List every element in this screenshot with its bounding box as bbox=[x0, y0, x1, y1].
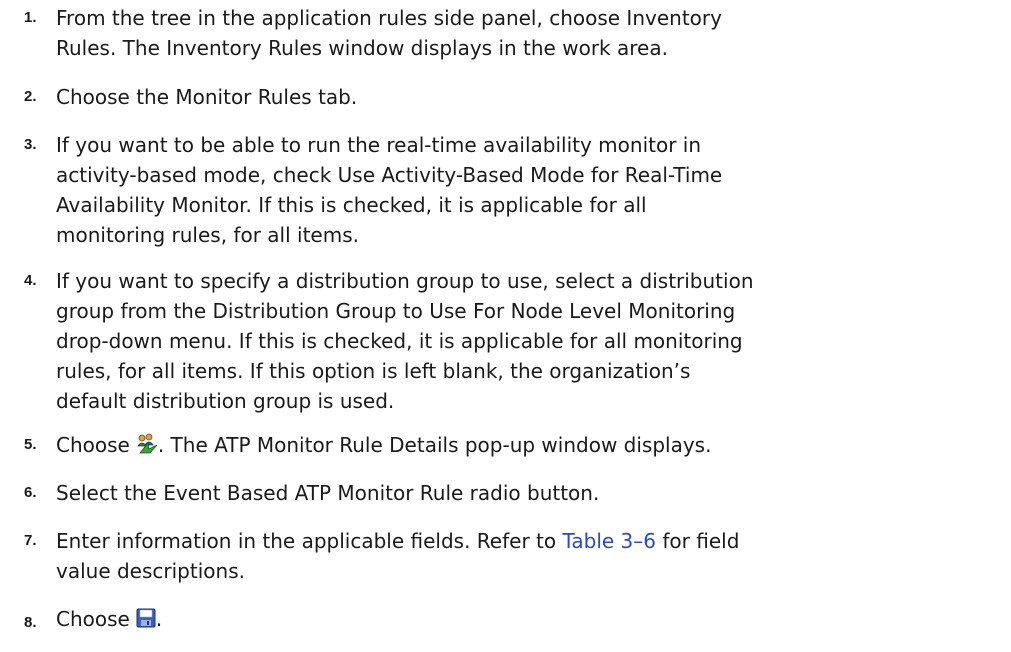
step-text-suffix: . The ATP Monitor Rule Details pop-up wi… bbox=[157, 433, 712, 457]
table-reference-link[interactable]: Table 3–6 bbox=[562, 529, 656, 553]
step-text: Enter information in the applicable fiel… bbox=[56, 526, 1006, 586]
step-text: Select the Event Based ATP Monitor Rule … bbox=[56, 478, 1006, 508]
step-text-line: monitoring rules, for all items. bbox=[56, 223, 359, 247]
step-number: 3. bbox=[24, 136, 37, 153]
step-text-line: activity-based mode, check Use Activity-… bbox=[56, 163, 723, 187]
step-text-line: drop-down menu. If this is checked, it i… bbox=[56, 329, 743, 353]
step-text-line: Availability Monitor. If this is checked… bbox=[56, 193, 647, 217]
step-text-prefix: Choose bbox=[56, 607, 130, 631]
step-text-line: Rules. The Inventory Rules window displa… bbox=[56, 36, 668, 60]
step-text-prefix: Enter information in the applicable fiel… bbox=[56, 529, 563, 553]
add-rule-icon bbox=[136, 432, 158, 462]
step-number: 4. bbox=[24, 272, 37, 289]
step-text: From the tree in the application rules s… bbox=[56, 3, 1006, 63]
step-text-line: From the tree in the application rules s… bbox=[56, 6, 722, 30]
step-text-line: rules, for all items. If this option is … bbox=[56, 359, 691, 383]
step-text-line: Select the Event Based ATP Monitor Rule … bbox=[56, 481, 600, 505]
step-text-line: Choose . The ATP Monitor Rule Details po… bbox=[56, 430, 1006, 460]
step-text: Choose the Monitor Rules tab. bbox=[56, 82, 1006, 112]
save-icon bbox=[136, 606, 156, 636]
step-text: Choose . The ATP Monitor Rule Details po… bbox=[56, 430, 1006, 460]
step-number: 7. bbox=[24, 532, 37, 549]
step-text-line: group from the Distribution Group to Use… bbox=[56, 299, 736, 323]
step-text-line: default distribution group is used. bbox=[56, 389, 395, 413]
step-number: 1. bbox=[24, 9, 37, 26]
step-text-suffix: for field bbox=[656, 529, 740, 553]
step-number: 5. bbox=[24, 436, 37, 453]
step-number: 6. bbox=[24, 484, 37, 501]
step-number: 8. bbox=[24, 614, 37, 631]
step-text-line: If you want to specify a distribution gr… bbox=[56, 269, 754, 293]
step-number: 2. bbox=[24, 88, 37, 105]
step-text-line: Choose . bbox=[56, 604, 1006, 634]
step-text-prefix: Choose bbox=[56, 433, 130, 457]
step-text: Choose . bbox=[56, 604, 1006, 634]
step-text-line: If you want to be able to run the real-t… bbox=[56, 133, 702, 157]
step-text-suffix: . bbox=[155, 607, 163, 631]
step-text: If you want to specify a distribution gr… bbox=[56, 266, 1006, 416]
step-text: If you want to be able to run the real-t… bbox=[56, 130, 1006, 250]
step-text-line: Choose the Monitor Rules tab. bbox=[56, 85, 358, 109]
step-text-line: Enter information in the applicable fiel… bbox=[56, 526, 1006, 556]
step-text-line: value descriptions. bbox=[56, 559, 245, 583]
